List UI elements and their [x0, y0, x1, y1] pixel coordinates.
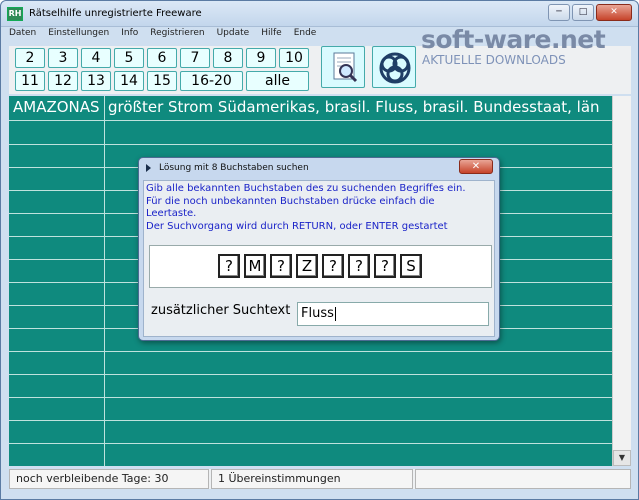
instruction-line: Leertaste.	[146, 208, 197, 219]
scroll-down-icon[interactable]: ▼	[613, 450, 631, 466]
extra-search-input[interactable]: Fluss	[297, 302, 489, 326]
empty-status	[415, 469, 631, 489]
length-button-7[interactable]: 7	[180, 48, 210, 68]
knot-button[interactable]	[372, 46, 416, 88]
length-button-alle[interactable]: alle	[246, 71, 309, 91]
window-title: Rätselhilfe unregistrierte Freeware	[29, 8, 202, 19]
window-controls: ─ □ ✕	[548, 4, 632, 21]
row-line	[9, 144, 612, 145]
instruction-line: Für die noch unbekannten Buchstaben drüc…	[146, 195, 435, 207]
letter-slot-5[interactable]: ?	[322, 254, 344, 278]
text-caret	[334, 306, 336, 321]
letter-slot-6[interactable]: ?	[348, 254, 370, 278]
description-cell: größter Strom Südamerikas, brasil. Fluss…	[108, 98, 600, 116]
length-button-11[interactable]: 11	[15, 71, 45, 91]
column-divider	[104, 96, 105, 466]
search-button[interactable]	[321, 46, 365, 88]
title-bar[interactable]: RH Rätselhilfe unregistrierte Freeware ─…	[1, 1, 638, 27]
row-line	[9, 443, 612, 444]
letter-slot-2[interactable]: M	[244, 254, 266, 278]
length-button-3[interactable]: 3	[48, 48, 78, 68]
extra-search-value: Fluss	[301, 306, 334, 321]
length-button-4[interactable]: 4	[81, 48, 111, 68]
instruction-line: Der Suchvorgang wird durch RETURN, oder …	[146, 220, 448, 232]
letter-slot-4[interactable]: Z	[296, 254, 318, 278]
dialog-close-button[interactable]: ✕	[459, 159, 493, 174]
menu-daten[interactable]: Daten	[9, 28, 36, 44]
letter-pattern-box: ? M ? Z ? ? ? S	[149, 245, 492, 288]
length-button-12[interactable]: 12	[48, 71, 78, 91]
length-button-6[interactable]: 6	[147, 48, 177, 68]
search-document-icon	[333, 52, 358, 83]
dialog-title-bar[interactable]: Lösung mit 8 Buchstaben suchen ✕	[139, 158, 499, 178]
menu-einstellungen[interactable]: Einstellungen	[48, 28, 109, 44]
status-bar: noch verbleibende Tage: 30 1 Übereinstim…	[9, 469, 631, 489]
table-row[interactable]: AMAZONAS größter Strom Südamerikas, bras…	[9, 96, 612, 120]
length-button-2[interactable]: 2	[15, 48, 45, 68]
menu-info[interactable]: Info	[121, 28, 138, 44]
app-icon: RH	[7, 7, 23, 21]
instruction-line: Gib alle bekannten Buchstaben des zu suc…	[146, 183, 466, 194]
length-button-8[interactable]: 8	[213, 48, 243, 68]
length-button-9[interactable]: 9	[246, 48, 276, 68]
dialog-arrow-icon	[146, 164, 151, 172]
close-button[interactable]: ✕	[596, 4, 632, 21]
length-button-15[interactable]: 15	[147, 71, 177, 91]
vertical-scrollbar[interactable]: ▼	[612, 96, 631, 466]
matches-status: 1 Übereinstimmungen	[211, 469, 413, 489]
knot-icon	[379, 52, 411, 84]
length-button-13[interactable]: 13	[81, 71, 111, 91]
dialog-instructions: Gib alle bekannten Buchstaben des zu suc…	[146, 183, 492, 233]
letter-slot-7[interactable]: ?	[374, 254, 396, 278]
row-line	[9, 351, 612, 352]
letter-slot-8[interactable]: S	[400, 254, 422, 278]
letter-slot-3[interactable]: ?	[270, 254, 292, 278]
search-dialog: Lösung mit 8 Buchstaben suchen ✕ Gib all…	[138, 157, 500, 341]
menu-bar: Daten Einstellungen Info Registrieren Up…	[9, 28, 316, 44]
watermark-subtitle: AKTUELLE DOWNLOADS	[422, 53, 566, 67]
maximize-button[interactable]: □	[572, 4, 594, 21]
length-button-5[interactable]: 5	[114, 48, 144, 68]
extra-search-label: zusätzlicher Suchtext	[151, 303, 291, 318]
row-line	[9, 374, 612, 375]
row-line	[9, 420, 612, 421]
menu-update[interactable]: Update	[217, 28, 250, 44]
word-cell: AMAZONAS	[13, 98, 100, 116]
days-left-status: noch verbleibende Tage: 30	[9, 469, 209, 489]
menu-hilfe[interactable]: Hilfe	[261, 28, 281, 44]
length-button-16-20[interactable]: 16-20	[180, 71, 243, 91]
watermark-logo: soft-ware.net	[421, 25, 606, 54]
menu-registrieren[interactable]: Registrieren	[150, 28, 204, 44]
dialog-title: Lösung mit 8 Buchstaben suchen	[159, 163, 309, 173]
dialog-body: Gib alle bekannten Buchstaben des zu suc…	[143, 180, 495, 337]
minimize-button[interactable]: ─	[548, 4, 570, 21]
length-button-10[interactable]: 10	[279, 48, 309, 68]
main-window: RH Rätselhilfe unregistrierte Freeware ─…	[0, 0, 639, 500]
length-button-14[interactable]: 14	[114, 71, 144, 91]
menu-ende[interactable]: Ende	[294, 28, 317, 44]
row-line	[9, 397, 612, 398]
letter-slot-1[interactable]: ?	[218, 254, 240, 278]
row-line	[9, 120, 612, 121]
